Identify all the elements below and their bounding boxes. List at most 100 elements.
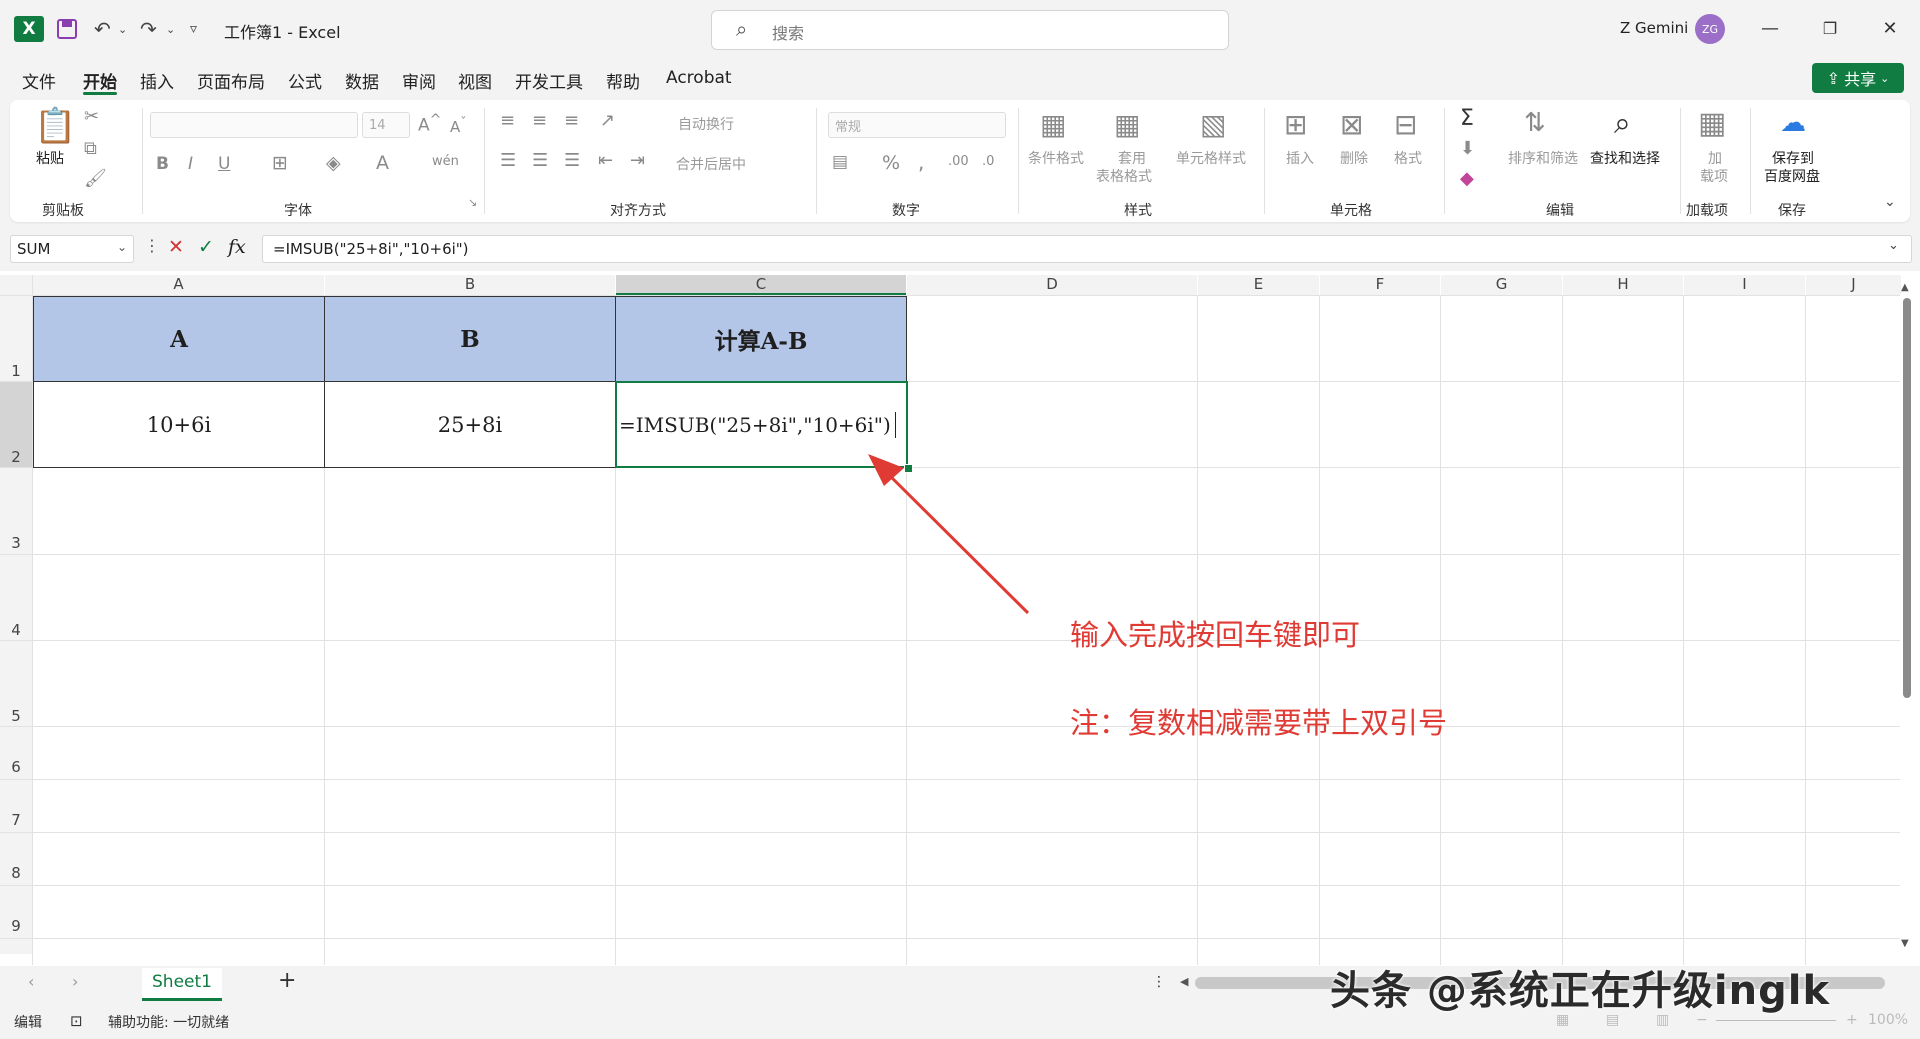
save-icon[interactable] [56,14,78,44]
tab-developer[interactable]: 开发工具 [515,68,583,93]
tab-help[interactable]: 帮助 [606,68,640,93]
save-to-netdisk-button[interactable]: 保存到 [1772,150,1814,168]
align-middle-icon[interactable]: ≡ [532,110,547,131]
phonetic-icon[interactable]: wén [432,154,459,169]
tab-home[interactable]: 开始 [83,68,117,93]
delete-cells-icon[interactable]: ⊠ [1340,108,1363,141]
undo-icon[interactable]: ↶ [94,14,111,44]
fill-icon[interactable]: ⬇ [1460,138,1475,159]
avatar[interactable]: ZG [1695,14,1725,44]
row-header[interactable]: 6 [0,727,32,779]
autosum-icon[interactable]: Σ [1460,106,1474,131]
redo-dropdown-icon[interactable]: ⌄ [166,14,175,44]
row-header[interactable]: 9 [0,886,32,954]
font-size-select[interactable]: 14 [362,112,410,138]
chevron-down-icon[interactable]: ⌄ [117,240,127,254]
search-box[interactable]: ⌕ 搜索 [711,10,1229,50]
italic-icon[interactable]: I [188,154,193,174]
tab-review[interactable]: 审阅 [402,68,436,93]
conditional-format-button[interactable]: 条件格式 [1028,150,1084,168]
font-name-select[interactable] [150,112,358,138]
minimize-icon[interactable]: — [1747,8,1793,48]
share-button[interactable]: ⇪ 共享 ⌄ [1812,63,1904,93]
cancel-icon[interactable]: ✕ [168,236,184,258]
comma-icon[interactable]: , [918,150,924,174]
column-header[interactable]: F [1320,275,1440,295]
format-cells-icon[interactable]: ⊟ [1394,108,1417,141]
column-header[interactable]: I [1684,275,1805,295]
cut-icon[interactable]: ✂ [84,106,99,127]
orientation-icon[interactable]: ↗ [600,110,615,131]
sort-filter-icon[interactable]: ⇅ [1524,108,1546,138]
increase-decimal-icon[interactable]: .00 [948,154,969,169]
row-header[interactable]: 4 [0,555,32,640]
scroll-up-icon[interactable]: ▲ [1901,282,1909,293]
column-header[interactable]: A [33,275,324,295]
row-header[interactable]: 5 [0,641,32,726]
row-header[interactable]: 2 [0,382,32,467]
tab-acrobat[interactable]: Acrobat [666,68,732,88]
align-left-icon[interactable]: ☰ [500,150,516,171]
vertical-scroll-thumb[interactable] [1903,298,1911,698]
column-header[interactable]: H [1563,275,1683,295]
user-name[interactable]: Z Gemini [1620,19,1688,37]
row-header[interactable]: 1 [0,296,32,381]
enter-icon[interactable]: ✓ [198,236,214,258]
expand-formula-icon[interactable]: ⌄ [1888,238,1899,253]
select-all-corner[interactable] [0,275,32,295]
sort-filter-button[interactable]: 排序和筛选 [1508,150,1578,168]
undo-dropdown-icon[interactable]: ⌄ [118,14,127,44]
decrease-font-icon[interactable]: Aˇ [450,114,467,136]
macro-record-icon[interactable]: ⊡ [70,1012,83,1030]
zoom-in-icon[interactable]: + [1846,1012,1858,1028]
column-header[interactable]: G [1441,275,1562,295]
tab-data[interactable]: 数据 [345,68,379,93]
delete-cells-button[interactable]: 删除 [1340,150,1368,168]
tab-file[interactable]: 文件 [22,68,56,93]
name-box[interactable]: SUM ⌄ [10,235,134,263]
cell-a1[interactable]: A [33,296,325,382]
column-header[interactable]: E [1198,275,1319,295]
tab-view[interactable]: 视图 [458,68,492,93]
increase-font-icon[interactable]: A^ [418,112,442,136]
collapse-ribbon-icon[interactable]: ⌄ [1884,194,1896,210]
vertical-scrollbar[interactable]: ▲ ▼ [1901,282,1913,954]
insert-cells-icon[interactable]: ⊞ [1284,108,1307,141]
conditional-format-icon[interactable]: ▦ [1040,108,1066,141]
format-as-table-icon[interactable]: ▦ [1114,108,1140,141]
scroll-left-icon[interactable]: ◀ [1180,975,1188,988]
border-icon[interactable]: ⊞ [272,152,288,174]
insert-function-icon[interactable]: fx [228,236,246,258]
zoom-slider[interactable] [1716,1020,1836,1021]
increase-indent-icon[interactable]: ⇥ [630,150,645,171]
more-options-icon[interactable]: ⋮ [1152,974,1166,990]
font-launcher-icon[interactable]: ↘ [468,196,477,209]
cell-a2[interactable]: 10+6i [33,381,325,468]
bold-icon[interactable]: B [156,154,169,174]
cell-b2[interactable]: 25+8i [324,381,616,468]
column-header[interactable]: D [907,275,1197,295]
decrease-indent-icon[interactable]: ⇤ [598,150,613,171]
format-painter-icon[interactable]: 🖌 [84,168,107,189]
number-format-select[interactable]: 常规 [828,112,1006,138]
row-header[interactable]: 7 [0,780,32,832]
addins-icon[interactable]: ▦ [1698,106,1726,141]
cell-styles-icon[interactable]: ▧ [1200,108,1226,141]
sheet-tab-sheet1[interactable]: Sheet1 [142,968,222,1001]
align-top-icon[interactable]: ≡ [500,110,515,131]
more-options-icon[interactable]: ⋮ [144,236,160,255]
close-icon[interactable]: ✕ [1867,8,1913,48]
align-right-icon[interactable]: ☰ [564,150,580,171]
find-select-icon[interactable]: ⌕ [1614,106,1631,141]
baidu-netdisk-icon[interactable]: ☁ [1780,108,1806,138]
format-cells-button[interactable]: 格式 [1394,150,1422,168]
scroll-down-icon[interactable]: ▼ [1901,938,1909,949]
zoom-level[interactable]: 100% [1868,1012,1908,1028]
find-select-button[interactable]: 查找和选择 [1590,150,1660,168]
cell-styles-button[interactable]: 单元格样式 [1176,150,1246,168]
font-color-icon[interactable]: A [376,152,389,174]
paste-icon[interactable]: 📋 [34,106,76,146]
addins-button[interactable]: 加 [1708,150,1722,168]
underline-icon[interactable]: U [218,154,230,174]
redo-icon[interactable]: ↷ [140,14,157,44]
